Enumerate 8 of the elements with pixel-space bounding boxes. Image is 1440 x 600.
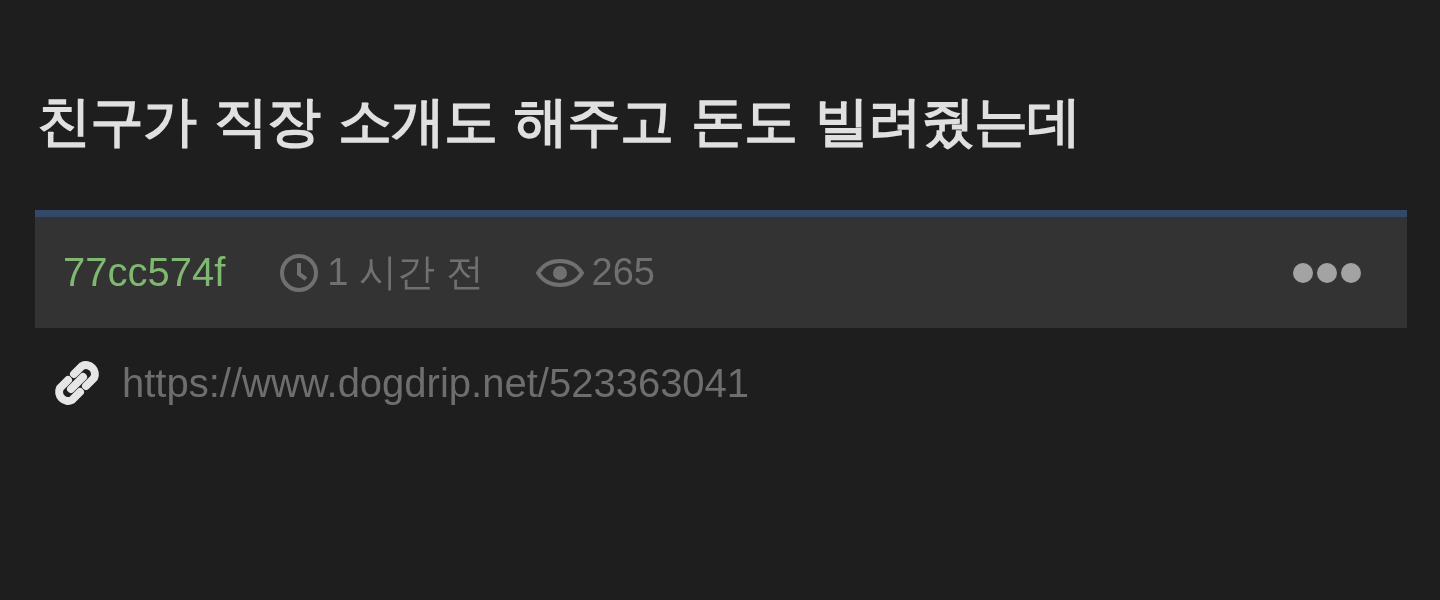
author-name: 77cc574f: [63, 250, 226, 295]
post-time: 1 시간 전: [327, 250, 484, 295]
link-icon: [52, 358, 102, 408]
view-count: 265: [591, 251, 655, 294]
more-button[interactable]: [1293, 262, 1361, 283]
post-title: 친구가 직장 소개도 해주고 돈도 빌려줬는데: [37, 89, 1081, 155]
post-link[interactable]: https://www.dogdrip.net/523363041: [122, 360, 750, 406]
clock-icon: [279, 252, 320, 293]
